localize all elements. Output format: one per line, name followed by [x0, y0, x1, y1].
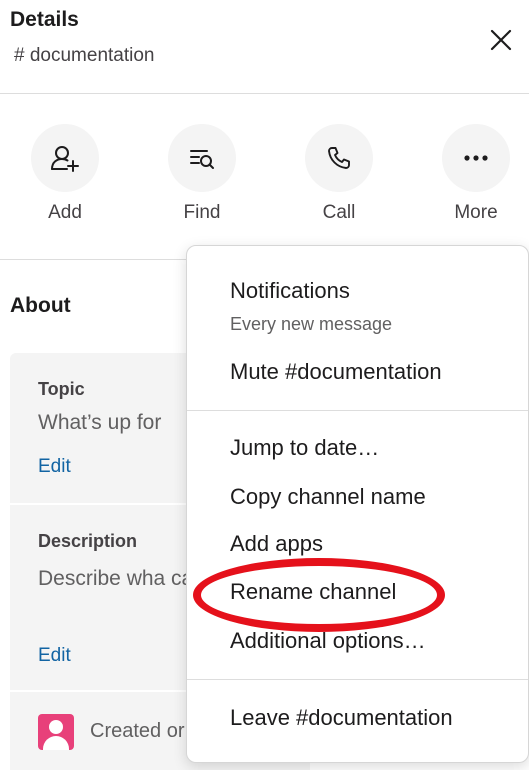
close-icon [490, 29, 512, 51]
menu-divider [187, 679, 528, 680]
close-button[interactable] [483, 22, 519, 58]
find-label: Find [183, 202, 221, 223]
channel-actions: Add Find Call More [0, 94, 529, 260]
description-label: Description [38, 531, 138, 551]
more-icon [442, 124, 510, 192]
phone-icon [305, 124, 373, 192]
created-text: Created or [90, 720, 185, 742]
find-button[interactable]: Find [162, 124, 242, 224]
topic-label: Topic [38, 379, 85, 399]
add-person-icon [31, 124, 99, 192]
panel-title: Details [10, 8, 79, 31]
menu-item-rename-channel[interactable]: Rename channel [230, 579, 396, 605]
menu-item-notifications[interactable]: Notifications [230, 278, 350, 304]
menu-item-additional-options[interactable]: Additional options… [230, 628, 426, 654]
more-menu: Notifications Every new message Mute #do… [186, 245, 529, 763]
add-button[interactable]: Add [25, 124, 105, 224]
call-button[interactable]: Call [299, 124, 379, 224]
menu-item-jump-to-date[interactable]: Jump to date… [230, 435, 379, 461]
menu-divider [187, 410, 528, 411]
menu-item-copy-channel-name[interactable]: Copy channel name [230, 484, 426, 510]
about-heading: About [10, 294, 71, 317]
channel-name: # documentation [14, 45, 155, 66]
topic-edit-link[interactable]: Edit [38, 456, 71, 478]
find-icon [168, 124, 236, 192]
avatar [38, 714, 74, 750]
call-label: Call [322, 202, 356, 223]
menu-item-add-apps[interactable]: Add apps [230, 531, 323, 557]
description-edit-link[interactable]: Edit [38, 645, 71, 667]
menu-item-mute[interactable]: Mute #documentation [230, 359, 442, 385]
more-button[interactable]: More [436, 124, 516, 224]
add-label: Add [48, 202, 82, 223]
details-header: Details # documentation [0, 0, 529, 94]
notifications-subtext: Every new message [230, 314, 393, 334]
more-label: More [454, 202, 498, 223]
menu-item-leave-channel[interactable]: Leave #documentation [230, 705, 453, 731]
